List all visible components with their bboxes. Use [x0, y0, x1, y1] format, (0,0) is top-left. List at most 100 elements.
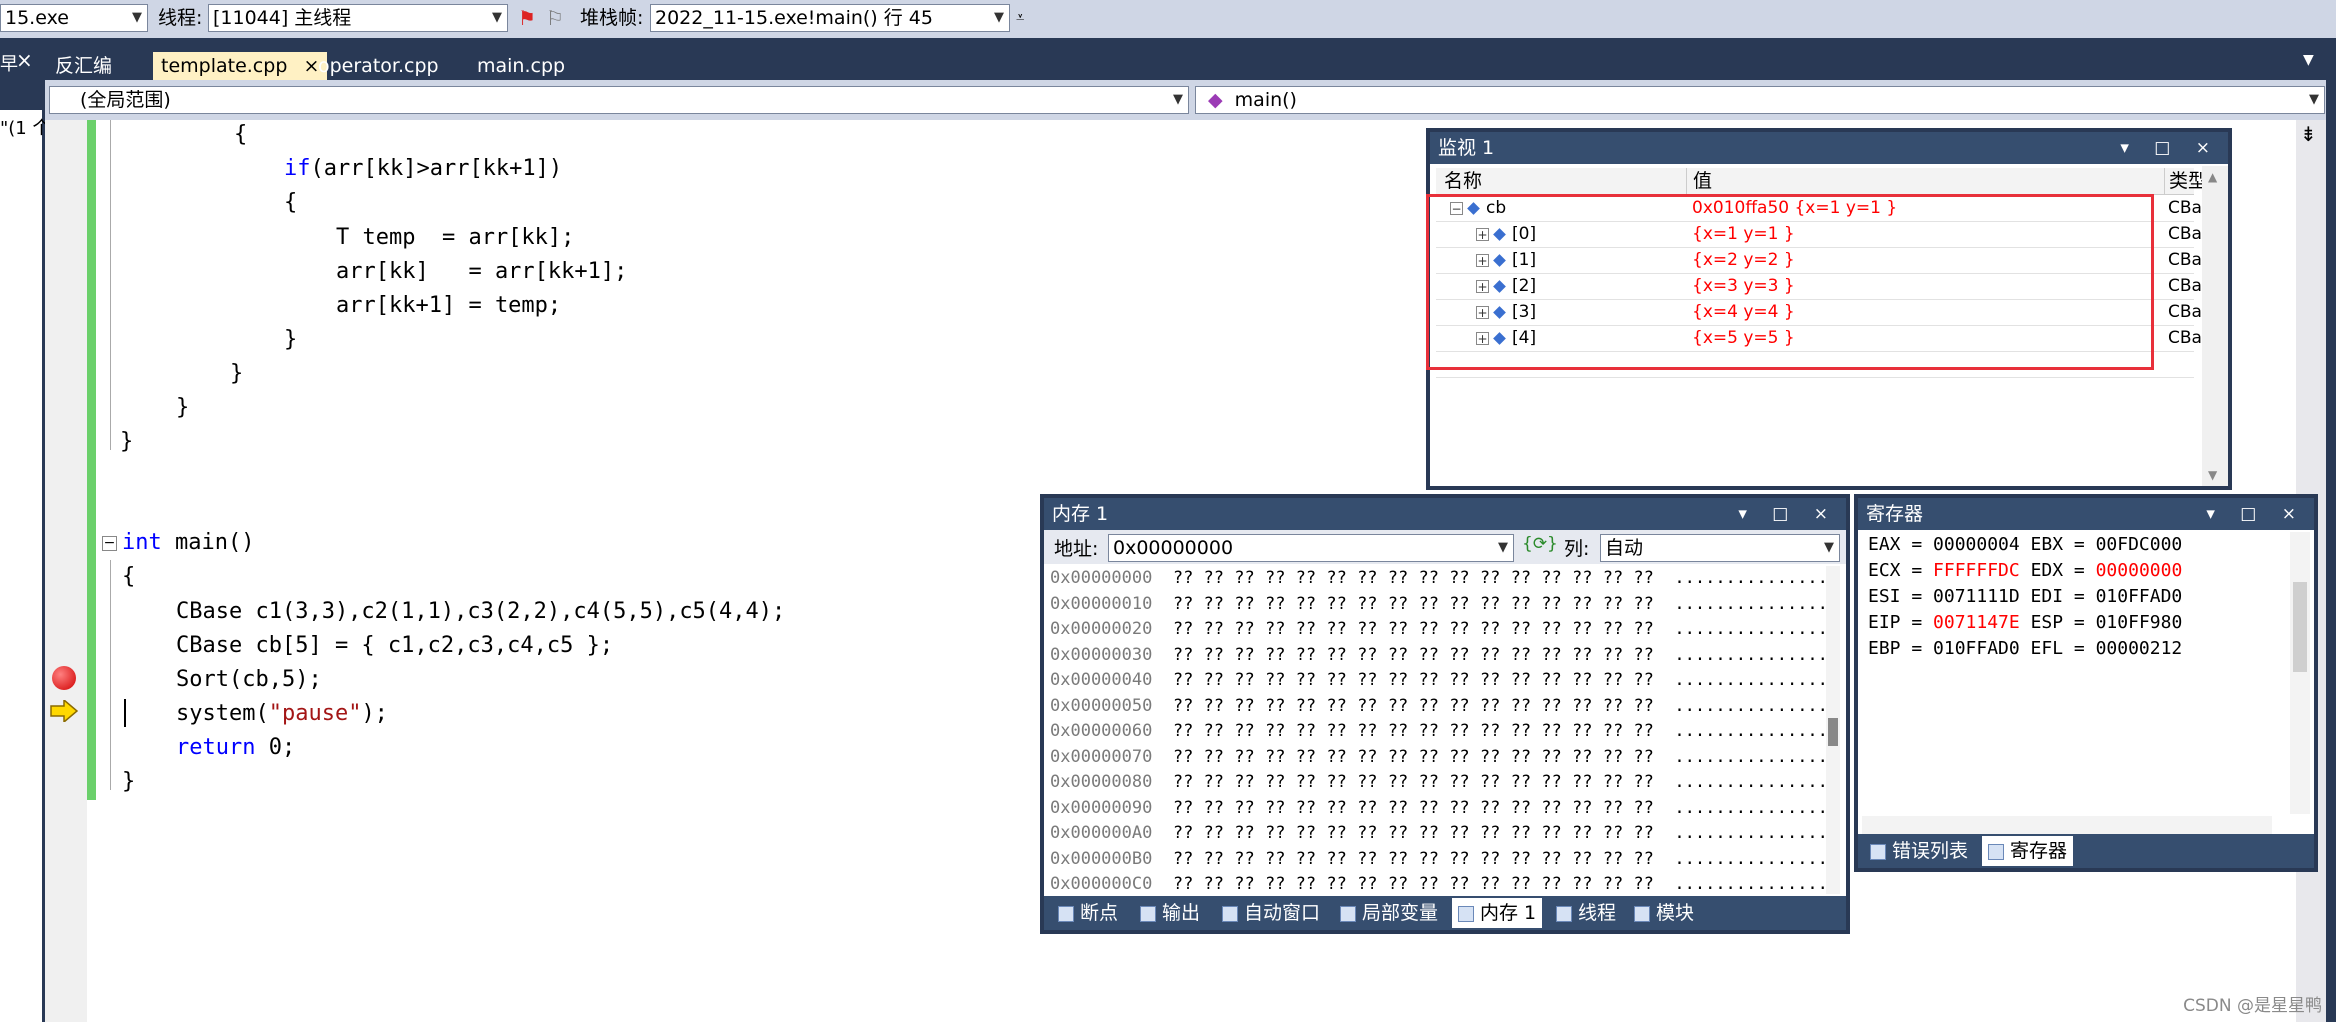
chevron-down-icon[interactable]: ▼: [2303, 52, 2314, 68]
breakpoint-margin[interactable]: [45, 120, 87, 1022]
scope-combo[interactable]: (全局范围) ▼: [49, 86, 1189, 114]
memory-icon: [1458, 905, 1474, 922]
stack-frame-label: 堆栈帧:: [580, 7, 644, 29]
window-buttons[interactable]: ▾ □ ×: [2206, 498, 2306, 530]
register-line[interactable]: EBP = 010FFAD0 EFL = 00000212: [1868, 636, 2182, 662]
memory-title-bar[interactable]: 内存 1 ▾ □ ×: [1044, 498, 1846, 530]
columns-combo[interactable]: 自动 ▼: [1600, 534, 1840, 562]
registers-title-bar[interactable]: 寄存器 ▾ □ ×: [1858, 498, 2314, 530]
memory-row[interactable]: 0x000000C0 ?? ?? ?? ?? ?? ?? ?? ?? ?? ??…: [1050, 872, 1838, 898]
debug-toolbar: 15.exe ▼ 线程: [11044] 主线程 ▼ ⚑ ⚐ 堆栈帧: 2022…: [0, 0, 2336, 39]
memory-row[interactable]: 0x00000030 ?? ?? ?? ?? ?? ?? ?? ?? ?? ??…: [1050, 643, 1838, 669]
memory-row[interactable]: 0x00000090 ?? ?? ?? ?? ?? ?? ?? ?? ?? ??…: [1050, 796, 1838, 822]
register-line[interactable]: ESI = 0071111D EDI = 010FFAD0: [1868, 584, 2182, 610]
code-line: {: [234, 122, 248, 147]
memory-ascii: ................: [1674, 874, 1839, 894]
memory-row[interactable]: 0x00000070 ?? ?? ?? ?? ?? ?? ?? ?? ?? ??…: [1050, 745, 1838, 771]
stack-frame-combo[interactable]: 2022_11-15.exe!main() 行 45 ▼: [650, 4, 1010, 32]
thread-combo[interactable]: [11044] 主线程 ▼: [208, 4, 508, 32]
register-line[interactable]: ECX = FFFFFFDC EDX = 00000000: [1868, 558, 2182, 584]
tab-label: 输出: [1162, 902, 1201, 924]
tab-threads[interactable]: 线程: [1550, 898, 1622, 928]
register-line[interactable]: EIP = 0071147E ESP = 010FF980: [1868, 610, 2182, 636]
flag-filter-icon[interactable]: ⚐: [546, 6, 564, 30]
bottom-tab-strip: 错误列表 寄存器: [1858, 834, 2314, 868]
memory-ascii: ................: [1674, 848, 1839, 869]
tab-label: 局部变量: [1362, 902, 1439, 924]
memory-row[interactable]: 0x00000060 ?? ?? ?? ?? ?? ?? ?? ?? ?? ??…: [1050, 719, 1838, 745]
stack-frame-value: 2022_11-15.exe!main() 行 45: [655, 7, 933, 29]
code-line: CBase c1(3,3),c2(1,1),c3(2,2),c4(5,5),c5…: [176, 599, 786, 624]
memory-address: 0x00000000: [1050, 568, 1153, 588]
registers-vscroll[interactable]: [2290, 532, 2310, 814]
thread-value: [11044] 主线程: [213, 7, 352, 29]
tab-disassembly[interactable]: 反汇编: [47, 52, 120, 80]
split-icon[interactable]: ⇟: [2300, 122, 2317, 146]
window-buttons[interactable]: ▾ □ ×: [2120, 132, 2220, 164]
memory-row[interactable]: 0x00000010 ?? ?? ?? ?? ?? ?? ?? ?? ?? ??…: [1050, 592, 1838, 618]
address-combo[interactable]: 0x00000000 ▼: [1108, 534, 1514, 562]
scroll-thumb[interactable]: [1828, 718, 1838, 746]
process-combo[interactable]: 15.exe ▼: [0, 4, 148, 32]
watch-title-bar[interactable]: 监视 1 ▾ □ ×: [1430, 132, 2228, 164]
memory-row[interactable]: 0x00000020 ?? ?? ?? ?? ?? ?? ?? ?? ?? ??…: [1050, 617, 1838, 643]
keyword: int: [122, 530, 162, 555]
tab-main-cpp[interactable]: main.cpp: [469, 52, 573, 80]
scroll-thumb[interactable]: [2293, 582, 2307, 672]
navigation-bar: (全局范围) ▼ ◆ main() ▼: [45, 80, 2336, 120]
memory-row[interactable]: 0x00000080 ?? ?? ?? ?? ?? ?? ?? ?? ?? ??…: [1050, 770, 1838, 796]
tab-label: 内存 1: [1480, 902, 1537, 924]
tab-error-list[interactable]: 错误列表: [1864, 836, 1974, 866]
column-name[interactable]: 名称: [1444, 168, 1482, 194]
tab-modules[interactable]: 模块: [1628, 898, 1700, 928]
breakpoint-icon[interactable]: [52, 666, 76, 690]
close-icon[interactable]: ×: [16, 48, 33, 72]
reevaluate-icon[interactable]: {⟳}: [1522, 534, 1558, 554]
chevron-down-icon: ▼: [492, 10, 502, 25]
changed-register-value: FFFFFFDC: [1933, 560, 2020, 581]
memory-row[interactable]: 0x000000B0 ?? ?? ?? ?? ?? ?? ?? ?? ?? ??…: [1050, 847, 1838, 873]
current-statement-arrow-icon: [50, 698, 79, 724]
column-type[interactable]: 类型: [2164, 168, 2207, 194]
registers-hscroll[interactable]: [1862, 816, 2272, 834]
memory-bytes: ?? ?? ?? ?? ?? ?? ?? ?? ?? ?? ?? ?? ?? ?…: [1172, 644, 1654, 665]
bottom-tab-strip: 断点 输出 自动窗口 局部变量 内存 1 线程 模块: [1044, 896, 1846, 930]
memory-row[interactable]: 0x00000050 ?? ?? ?? ?? ?? ?? ?? ?? ?? ??…: [1050, 694, 1838, 720]
code-line: CBase cb[5] = { c1,c2,c3,c4,c5 };: [176, 633, 614, 658]
watch-header: 名称 值 类型: [1436, 168, 2207, 195]
watch-scrollbar[interactable]: ▲ ▼: [2202, 166, 2228, 486]
collapse-icon[interactable]: −: [102, 536, 117, 551]
register-line[interactable]: EAX = 00000004 EBX = 00FDC000: [1868, 532, 2182, 558]
column-value[interactable]: 值: [1686, 168, 1712, 194]
memory-address: 0x00000010: [1050, 593, 1153, 614]
tab-breakpoints[interactable]: 断点: [1052, 898, 1124, 928]
change-tracking-bar: [87, 120, 96, 800]
memory-row[interactable]: 0x000000A0 ?? ?? ?? ?? ?? ?? ?? ?? ?? ??…: [1050, 821, 1838, 847]
code-line: Sort(cb,5);: [176, 667, 322, 692]
flag-icon[interactable]: ⚑: [518, 6, 536, 30]
memory-row[interactable]: 0x00000000 ?? ?? ?? ?? ?? ?? ?? ?? ?? ??…: [1050, 566, 1838, 592]
code-line: {: [284, 190, 298, 215]
tab-output[interactable]: 输出: [1134, 898, 1206, 928]
window-buttons[interactable]: ▾ □ ×: [1738, 498, 1838, 530]
text-cursor: [124, 699, 126, 727]
scroll-down-icon[interactable]: ▼: [2208, 468, 2217, 482]
function-combo[interactable]: ◆ main() ▼: [1195, 86, 2325, 114]
memory-address: 0x000000C0: [1050, 874, 1153, 894]
toolbar-overflow-icon[interactable]: ⩡: [1016, 8, 1024, 26]
tab-locals[interactable]: 局部变量: [1334, 898, 1444, 928]
tab-template-cpp[interactable]: template.cpp ×: [153, 52, 328, 80]
memory-scrollbar[interactable]: [1826, 566, 1840, 894]
memory-row[interactable]: 0x00000040 ?? ?? ?? ?? ?? ?? ?? ?? ?? ??…: [1050, 668, 1838, 694]
memory-window: 内存 1 ▾ □ × 地址: 0x00000000 ▼ {⟳} 列: 自动 ▼ …: [1040, 494, 1850, 934]
tab-autos[interactable]: 自动窗口: [1216, 898, 1326, 928]
register-text: ESP = 010FF980: [2019, 612, 2183, 633]
tab-operator-cpp[interactable]: operator.cpp: [310, 52, 447, 80]
tab-memory1[interactable]: 内存 1: [1452, 898, 1543, 928]
panel-title: 监视 1: [1438, 137, 1495, 159]
string-literal: "pause": [268, 701, 362, 726]
scroll-up-icon[interactable]: ▲: [2208, 170, 2217, 184]
memory-ascii: ................: [1674, 772, 1839, 792]
tab-registers[interactable]: 寄存器: [1982, 836, 2074, 866]
columns-label: 列:: [1564, 538, 1590, 560]
